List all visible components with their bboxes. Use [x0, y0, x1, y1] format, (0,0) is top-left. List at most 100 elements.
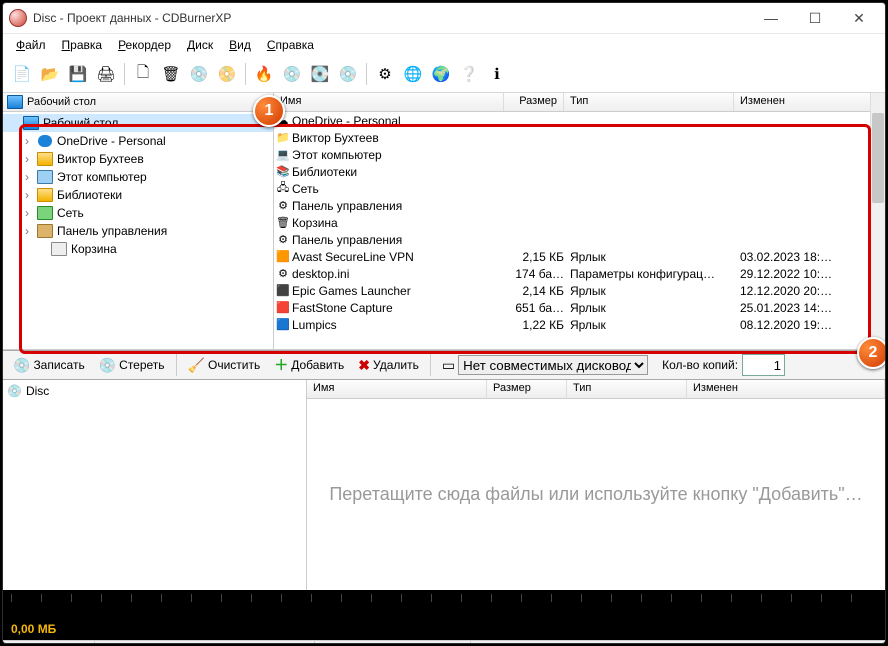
menu-view[interactable]: Вид [222, 36, 258, 54]
list-scrollbar-thumb[interactable] [872, 113, 884, 203]
list-row[interactable]: 🗑Корзина [274, 214, 885, 231]
disc-tree-pane[interactable]: 💿 Disc [3, 380, 307, 590]
tb-new-icon[interactable]: 📄 [9, 61, 35, 87]
row-type: Ярлык [570, 284, 740, 298]
list-row[interactable]: 📁Виктор Бухтеев [274, 129, 885, 146]
tree-node[interactable]: ›Библиотеки [3, 186, 273, 204]
tree-node[interactable]: Рабочий стол [3, 114, 273, 132]
dcol-type[interactable]: Тип [567, 380, 687, 398]
list-row[interactable]: ☁OneDrive - Personal [274, 112, 885, 129]
maximize-button[interactable]: ☐ [803, 6, 827, 30]
clear-button[interactable]: 🧹Очистить [182, 353, 267, 377]
tb-disc3-icon[interactable]: 💿 [279, 61, 305, 87]
tree-node[interactable]: Корзина [3, 240, 273, 258]
tb-info-icon[interactable]: ℹ [484, 61, 510, 87]
expand-icon[interactable]: › [21, 224, 33, 238]
expand-icon[interactable]: › [21, 188, 33, 202]
col-type[interactable]: Тип [564, 93, 734, 111]
tree-node[interactable]: › Панель управления [3, 222, 273, 240]
tb-disc4-icon[interactable]: 💽 [307, 61, 333, 87]
list-scrollbar[interactable] [870, 93, 885, 349]
list-rows[interactable]: ☁OneDrive - Personal📁Виктор Бухтеев💻Этот… [274, 112, 885, 349]
drive-selector[interactable]: ▭ Нет совместимых дисководо [436, 353, 654, 377]
tb-gear-icon[interactable]: ⚙ [372, 61, 398, 87]
action-bar: 💿Записать 💿Стереть 🧹Очистить ＋Добавить ✖… [3, 350, 885, 380]
tb-globe1-icon[interactable]: 🌐 [400, 61, 426, 87]
tb-remove-icon[interactable]: 🗑 [158, 61, 184, 87]
expand-icon[interactable]: › [21, 134, 33, 148]
tb-globe2-icon[interactable]: 🌍 [428, 61, 454, 87]
drop-hint[interactable]: Перетащите сюда файлы или используйте кн… [307, 399, 885, 590]
burn-icon: 💿 [13, 357, 30, 374]
list-columns[interactable]: Имя Размер Тип Изменен [274, 93, 885, 112]
list-row[interactable]: ⚙desktop.ini174 ба…Параметры конфигурац…… [274, 265, 885, 282]
add-button[interactable]: ＋Добавить [268, 353, 350, 377]
tb-disc2-icon[interactable]: 📀 [214, 61, 240, 87]
menu-file[interactable]: Файл [9, 36, 53, 54]
tree-node[interactable]: ›Виктор Бухтеев [3, 150, 273, 168]
row-icon: 🖧 [274, 179, 292, 198]
row-type: Ярлык [570, 318, 740, 332]
row-size: 1,22 КБ [504, 318, 570, 332]
expand-icon[interactable]: › [21, 170, 33, 184]
tb-save-icon[interactable]: 💾 [65, 61, 91, 87]
col-size[interactable]: Размер [504, 93, 564, 111]
menu-disc[interactable]: Диск [180, 36, 220, 54]
drive-select[interactable]: Нет совместимых дисководо [458, 355, 648, 375]
tree-header-label: Рабочий стол [27, 96, 96, 108]
tb-open-icon[interactable]: 📂 [37, 61, 63, 87]
list-row[interactable]: 🖧Сеть [274, 180, 885, 197]
close-button[interactable]: ✕ [847, 6, 871, 30]
row-name: Epic Games Launcher [292, 284, 504, 298]
tb-print-icon[interactable]: 🖨 [93, 61, 119, 87]
status-nodisc: ⛔Нет диска [3, 641, 95, 644]
tree-node[interactable]: ›Этот компьютер [3, 168, 273, 186]
erase-button[interactable]: 💿Стереть [93, 353, 171, 377]
row-mod: 08.12.2020 19:… [740, 318, 885, 332]
callout-1: 1 [253, 95, 285, 127]
list-row[interactable]: 🟦Lumpics1,22 КБЯрлык08.12.2020 19:… [274, 316, 885, 333]
col-mod[interactable]: Изменен [734, 93, 885, 111]
tb-files-icon[interactable]: 🗋 [130, 61, 156, 87]
tb-burn-icon[interactable]: 🔥 [251, 61, 277, 87]
list-row[interactable]: 💻Этот компьютер [274, 146, 885, 163]
row-icon: ⚙ [274, 267, 292, 280]
row-icon: 🟦 [274, 318, 292, 331]
tb-disc5-icon[interactable]: 💿 [335, 61, 361, 87]
list-row[interactable]: ⬛Epic Games Launcher2,14 КБЯрлык12.12.20… [274, 282, 885, 299]
list-row[interactable]: 📚Библиотеки [274, 163, 885, 180]
list-row[interactable]: ⚙Панель управления [274, 197, 885, 214]
drop-columns[interactable]: Имя Размер Тип Изменен [307, 380, 885, 399]
tree-node[interactable]: ›Сеть [3, 204, 273, 222]
tb-help-icon[interactable]: ❔ [456, 61, 482, 87]
record-button[interactable]: 💿Записать [7, 353, 91, 377]
statusbar: ⛔Нет диска ISO 9660/Joliet с 0 папок и 0… [3, 640, 885, 644]
expand-icon[interactable]: › [21, 152, 33, 166]
copies-input[interactable] [742, 354, 785, 376]
list-row[interactable]: 🟥FastStone Capture651 ба…Ярлык25.01.2023… [274, 299, 885, 316]
tb-disc1-icon[interactable]: 💿 [186, 61, 212, 87]
node-label: Панель управления [57, 224, 167, 238]
tree-body[interactable]: Рабочий стол›OneDrive - Personal›Виктор … [3, 112, 273, 349]
desktop-icon [7, 95, 23, 109]
tree-node[interactable]: ›OneDrive - Personal [3, 132, 273, 150]
minimize-button[interactable]: ― [759, 6, 783, 30]
disc-root[interactable]: 💿 Disc [7, 384, 302, 398]
list-row[interactable]: ⚙Панель управления [274, 231, 885, 248]
col-name[interactable]: Имя [274, 93, 504, 111]
list-row[interactable]: 🟧Avast SecureLine VPN2,15 КБЯрлык03.02.2… [274, 248, 885, 265]
disc-icon: 💿 [7, 384, 22, 398]
row-icon: 🟥 [274, 301, 292, 314]
row-mod: 25.01.2023 14:… [740, 301, 885, 315]
app-icon [9, 9, 27, 27]
tree-header[interactable]: Рабочий стол [3, 93, 273, 112]
expand-icon[interactable]: › [21, 206, 33, 220]
dcol-name[interactable]: Имя [307, 380, 487, 398]
menu-recorder[interactable]: Рекордер [111, 36, 178, 54]
dcol-size[interactable]: Размер [487, 380, 567, 398]
dcol-mod[interactable]: Изменен [687, 380, 885, 398]
menu-help[interactable]: Справка [260, 36, 321, 54]
delete-button[interactable]: ✖Удалить [352, 353, 425, 377]
row-type: Параметры конфигурац… [570, 267, 740, 281]
menu-edit[interactable]: Правка [55, 36, 110, 54]
